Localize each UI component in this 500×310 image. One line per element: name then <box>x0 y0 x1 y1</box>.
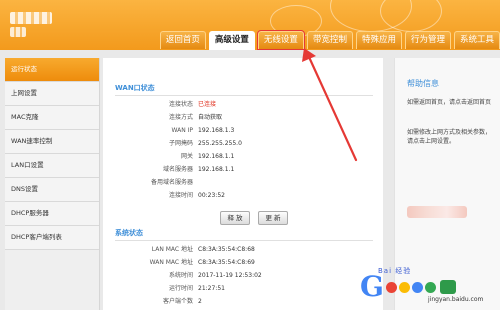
row-value: 2017-11-19 12:53:02 <box>198 272 262 279</box>
row-label: 连接方式 <box>168 114 193 121</box>
sidebar-item-internet-settings[interactable]: 上网设置 <box>5 82 99 106</box>
sidebar-item-dns-settings[interactable]: DNS设置 <box>5 178 99 202</box>
header-bar: 返回首页 高级设置 无线设置 带宽控制 特殊应用 行为管理 系统工具 <box>0 0 500 50</box>
row-label: WAN IP <box>171 127 194 134</box>
row-value: 已连接 <box>198 101 217 108</box>
wan-row-subnet-mask: 子网掩码 255.255.255.0 <box>103 139 383 149</box>
main-panel: WAN口状态 连接状态 已连接 连接方式 自动获取 WAN IP 192.168… <box>103 58 383 310</box>
wan-status-title: WAN口状态 <box>115 84 155 92</box>
sidebar-item-running-status[interactable]: 运行状态 <box>5 58 99 82</box>
wan-row-gateway: 网关 192.168.1.1 <box>103 152 383 162</box>
watermark-dot-yellow <box>398 281 410 293</box>
row-value: C8:3A:35:54:C8:68 <box>198 246 255 253</box>
tab-bandwidth-control[interactable]: 带宽控制 <box>306 31 353 49</box>
section-divider <box>115 95 373 96</box>
wan-row-connection-status: 连接状态 已连接 <box>103 100 383 110</box>
wan-row-dns: 域名服务器 192.168.1.1 <box>103 165 383 175</box>
sidebar-item-mac-clone[interactable]: MAC克隆 <box>5 106 99 130</box>
row-label: 客户端个数 <box>162 298 193 305</box>
row-label: 网关 <box>180 153 193 160</box>
wan-row-backup-dns: 备用域名服务器 <box>103 178 383 188</box>
sidebar-item-wan-rate-control[interactable]: WAN速率控制 <box>5 130 99 154</box>
tab-system-tools[interactable]: 系统工具 <box>453 31 500 49</box>
row-label: 域名服务器 <box>162 166 193 173</box>
tab-advanced-settings[interactable]: 高级设置 <box>208 31 255 50</box>
renew-button[interactable]: 更 新 <box>258 211 288 225</box>
row-label: 系统时间 <box>168 272 193 279</box>
wan-row-connection-time: 连接时间 00:23:52 <box>103 191 383 201</box>
row-label: 子网掩码 <box>168 140 193 147</box>
sidebar-item-lan-settings[interactable]: LAN口设置 <box>5 154 99 178</box>
row-label: 备用域名服务器 <box>150 179 193 186</box>
tab-behavior-management[interactable]: 行为管理 <box>404 31 451 49</box>
sys-row-wan-mac: WAN MAC 地址 C8:3A:35:54:C8:69 <box>103 258 383 268</box>
watermark-dot-red <box>385 281 397 293</box>
section-divider <box>115 240 373 241</box>
release-button[interactable]: 释 放 <box>220 211 250 225</box>
sys-row-client-count: 客户端个数 2 <box>103 297 383 307</box>
row-label: 运行时间 <box>168 285 193 292</box>
wan-row-wan-ip: WAN IP 192.168.1.3 <box>103 126 383 136</box>
tab-special-apps[interactable]: 特殊应用 <box>355 31 402 49</box>
redacted-blur <box>407 206 467 218</box>
wan-row-connection-type: 连接方式 自动获取 <box>103 113 383 123</box>
watermark-g-letter: G <box>360 270 384 303</box>
sys-row-system-time: 系统时间 2017-11-19 12:53:02 <box>103 271 383 281</box>
tab-home[interactable]: 返回首页 <box>159 31 206 49</box>
sidebar-item-dhcp-server[interactable]: DHCP服务器 <box>5 202 99 226</box>
help-text-home: 如需返回首页，请点击返回首页 <box>407 99 492 106</box>
row-label: WAN MAC 地址 <box>149 259 193 266</box>
row-value: 192.168.1.1 <box>198 166 235 173</box>
help-title: 帮助信息 <box>407 79 439 88</box>
row-value: 192.168.1.1 <box>198 153 235 160</box>
system-status-title: 系统状态 <box>115 229 143 237</box>
help-text-internet: 如需修改上网方式及相关参数，请点击上网设置。 <box>407 129 492 145</box>
tab-wireless-settings[interactable]: 无线设置 <box>256 30 305 50</box>
brand-logo <box>10 12 52 24</box>
row-label: 连接状态 <box>168 101 193 108</box>
row-value: 192.168.1.3 <box>198 127 235 134</box>
watermark-dot-blue <box>411 281 423 293</box>
row-value: C8:3A:35:54:C8:69 <box>198 259 255 266</box>
row-value: 2 <box>198 298 202 305</box>
sys-row-lan-mac: LAN MAC 地址 C8:3A:35:54:C8:68 <box>103 245 383 255</box>
brand-logo-sub <box>10 27 26 37</box>
sidebar: 运行状态 上网设置 MAC克隆 WAN速率控制 LAN口设置 DNS设置 DHC… <box>5 58 100 310</box>
row-value: 21:27:51 <box>198 285 225 292</box>
row-label: LAN MAC 地址 <box>151 246 193 253</box>
main-nav-tabs: 返回首页 高级设置 无线设置 带宽控制 特殊应用 行为管理 系统工具 <box>157 30 500 50</box>
sys-row-uptime: 运行时间 21:27:51 <box>103 284 383 294</box>
watermark-url: jingyan.baidu.com <box>428 296 484 303</box>
row-value: 00:23:52 <box>198 192 225 199</box>
sidebar-item-dhcp-client-list[interactable]: DHCP客户端列表 <box>5 226 99 250</box>
watermark-badge-icon <box>439 280 456 294</box>
row-label: 连接时间 <box>168 192 193 199</box>
watermark-dot-green <box>424 281 436 293</box>
row-value: 255.255.255.0 <box>198 140 242 147</box>
row-value: 自动获取 <box>198 114 223 121</box>
